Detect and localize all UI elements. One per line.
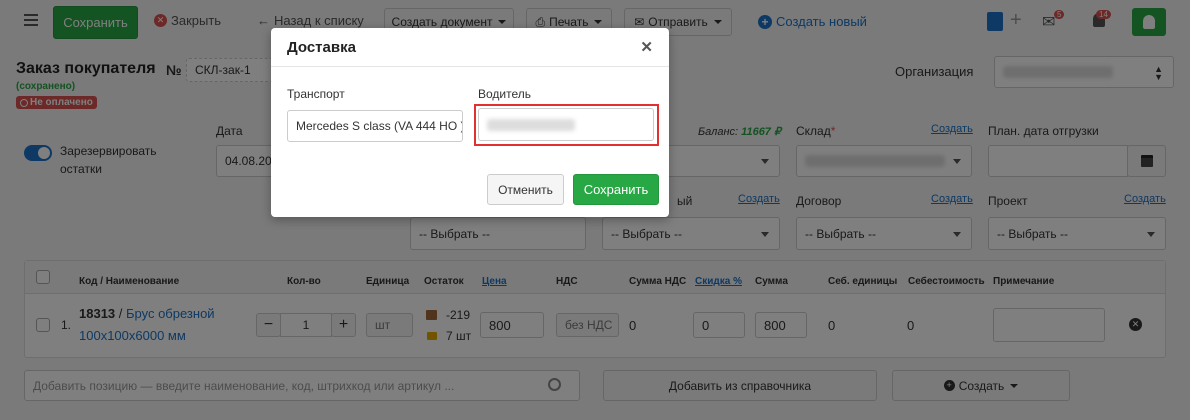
modal-title: Доставка bbox=[287, 39, 356, 56]
driver-input[interactable] bbox=[478, 108, 654, 141]
transport-label: Транспорт bbox=[287, 87, 345, 101]
driver-label: Водитель bbox=[478, 87, 532, 101]
modal-header: Доставка ✕ bbox=[271, 28, 669, 67]
modal-close-icon[interactable]: ✕ bbox=[640, 38, 653, 56]
cancel-button[interactable]: Отменить bbox=[487, 174, 564, 205]
modal-save-button[interactable]: Сохранить bbox=[573, 174, 659, 205]
delivery-modal: Доставка ✕ Транспорт Mercedes S class (V… bbox=[271, 28, 669, 217]
transport-input[interactable]: Mercedes S class (VA 444 HO ) bbox=[287, 110, 463, 142]
driver-value-redacted bbox=[487, 118, 575, 131]
